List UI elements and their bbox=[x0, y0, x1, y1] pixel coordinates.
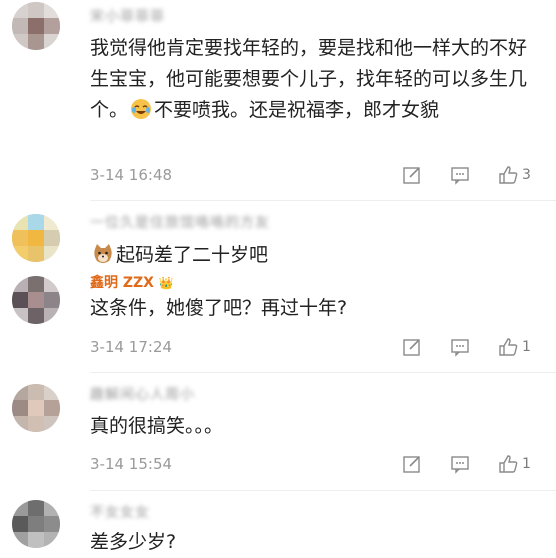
username[interactable]: 一位久是住旅馆咯咯的方友 bbox=[90, 212, 270, 232]
thumbs-up-icon[interactable] bbox=[498, 337, 518, 357]
reply-text: 这条件，她傻了吧？再过十年? bbox=[90, 297, 348, 319]
comment-actions: 1 bbox=[402, 453, 531, 475]
username[interactable]: 趣解闲心人周小 bbox=[90, 384, 195, 404]
divider bbox=[90, 372, 556, 373]
avatar[interactable] bbox=[12, 2, 60, 50]
avatar[interactable] bbox=[12, 500, 60, 548]
like-count: 3 bbox=[522, 167, 531, 183]
like-count: 1 bbox=[522, 339, 531, 355]
divider bbox=[90, 490, 556, 491]
thumbs-up-icon[interactable] bbox=[498, 454, 518, 474]
comment-icon[interactable] bbox=[450, 165, 470, 185]
edit-icon[interactable] bbox=[402, 337, 422, 357]
comment-text: 真的很搞笑。。。 bbox=[90, 415, 224, 437]
comment-actions: 1 bbox=[402, 336, 531, 358]
laughing-tears-icon bbox=[130, 98, 152, 120]
username[interactable]: 不女女女 bbox=[90, 502, 150, 522]
timestamp: 3-14 17:24 bbox=[90, 338, 173, 356]
timestamp: 3-14 16:48 bbox=[90, 166, 173, 184]
comment-text: 起码差了二十岁吧 bbox=[90, 240, 530, 271]
crown-icon: 👑 bbox=[158, 276, 174, 290]
comment-actions: 3 bbox=[402, 164, 531, 186]
comment-text: 差多少岁? bbox=[90, 531, 177, 553]
username[interactable]: 宋小菲菲菲 bbox=[90, 6, 165, 26]
reply-username-text[interactable]: 鑫明 ZZX bbox=[90, 275, 154, 291]
comment-text-part-2: 不要喷我。还是祝福李，郎才女貌 bbox=[154, 99, 440, 121]
comment-icon[interactable] bbox=[450, 337, 470, 357]
edit-icon[interactable] bbox=[402, 165, 422, 185]
cat-face-icon bbox=[92, 243, 114, 265]
comment-text-main: 起码差了二十岁吧 bbox=[116, 244, 269, 266]
like-count: 1 bbox=[522, 456, 531, 472]
reply-username[interactable]: 鑫明 ZZX 👑 bbox=[90, 272, 174, 292]
thumbs-up-icon[interactable] bbox=[498, 165, 518, 185]
avatar[interactable] bbox=[12, 276, 60, 324]
edit-icon[interactable] bbox=[402, 454, 422, 474]
avatar[interactable] bbox=[12, 384, 60, 432]
timestamp: 3-14 15:54 bbox=[90, 455, 173, 473]
comment-icon[interactable] bbox=[450, 454, 470, 474]
avatar[interactable] bbox=[12, 214, 60, 262]
divider bbox=[90, 200, 556, 201]
comment-text: 我觉得他肯定要找年轻的，要是找和他一样大的不好生宝宝，他可能要想要个儿子，找年轻… bbox=[90, 33, 530, 126]
